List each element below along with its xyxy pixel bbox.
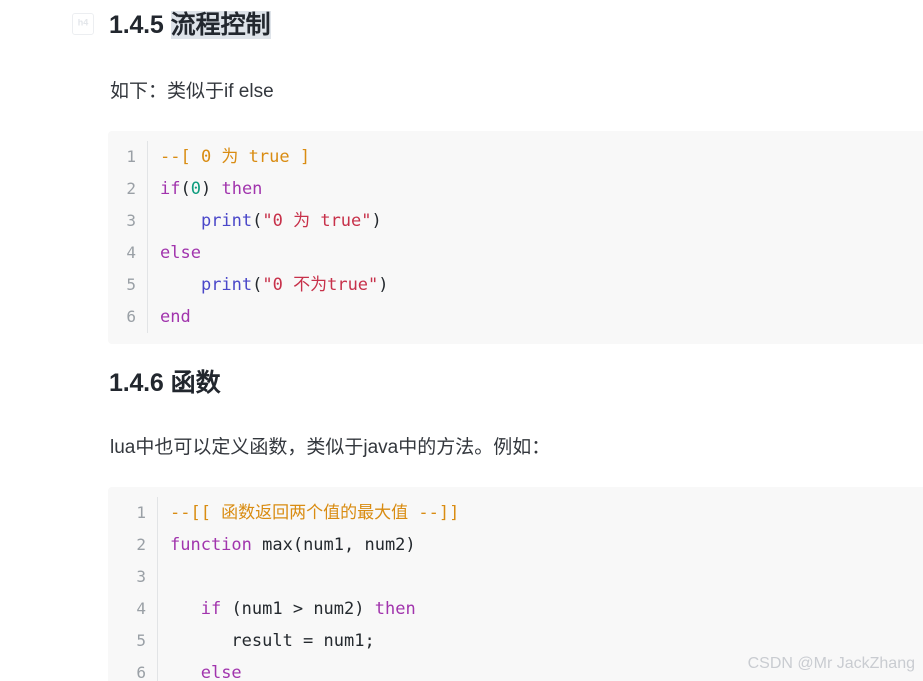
heading-text-1-4-5: 流程控制	[170, 11, 271, 39]
heading-row-2: 1.4.6 函数	[0, 368, 923, 404]
code-token: )	[200, 179, 222, 199]
code-token: end	[160, 307, 191, 327]
code-token: function	[170, 535, 252, 555]
line-number: 1	[136, 503, 146, 522]
code-block-lua-function-max[interactable]: 1 2 3 4 5 6 --[[ 函数返回两个值的最大值 --]] functio…	[108, 487, 923, 681]
code-line: --[[ 函数返回两个值的最大值 --]]	[170, 497, 923, 529]
document-page: h4 1.4.5 流程控制 如下：类似于if else 1 2 3 4 5 6 …	[0, 0, 923, 681]
line-number: 3	[126, 211, 136, 230]
code-block-lua-if-else[interactable]: 1 2 3 4 5 6 --[ 0 为 true ] if(0) then pri…	[108, 131, 923, 344]
code-token: )	[378, 275, 389, 295]
code-token: if	[200, 599, 222, 619]
line-number: 4	[136, 599, 146, 618]
line-number: 1	[126, 147, 136, 166]
line-number: 6	[136, 663, 146, 681]
code-token: else	[160, 243, 201, 263]
line-number: 5	[136, 631, 146, 650]
heading-level-marker-icon[interactable]: h4	[72, 13, 94, 35]
paragraph-1-4-5: 如下：类似于if else	[110, 81, 274, 102]
code-line: end	[160, 301, 923, 333]
line-number: 5	[126, 275, 136, 294]
heading-level-marker-label: h4	[77, 18, 89, 29]
watermark: CSDN @Mr JackZhang	[747, 655, 915, 672]
code-line: if (num1 > num2) then	[170, 593, 923, 625]
code-token: "0 不为true"	[262, 275, 379, 295]
code-token: then	[374, 599, 416, 619]
code-token: --[[ 函数返回两个值的最大值 --]]	[170, 503, 460, 523]
code-token: max(num1, num2)	[251, 535, 416, 555]
code-token: 为	[221, 147, 239, 167]
line-number: 6	[126, 307, 136, 326]
paragraph-1-4-6: lua中也可以定义函数，类似于java中的方法。例如：	[110, 437, 551, 458]
code-token: print	[200, 211, 253, 231]
code-line: print("0 不为true")	[160, 269, 923, 301]
code-token: result = num1;	[170, 631, 375, 651]
code-token: --[ 0	[160, 147, 222, 167]
code-gutter-1: 1 2 3 4 5 6	[108, 141, 148, 333]
code-content-1[interactable]: --[ 0 为 true ] if(0) then print("0 为 true…	[148, 141, 923, 333]
heading-text-1-4-6: 函数	[170, 369, 221, 397]
code-token: (num1 > num2)	[221, 599, 375, 619]
code-content-2[interactable]: --[[ 函数返回两个值的最大值 --]] function max(num1, …	[158, 497, 923, 681]
code-line: if(0) then	[160, 173, 923, 205]
line-number: 2	[126, 179, 136, 198]
code-line: else	[160, 237, 923, 269]
code-token: (	[252, 275, 263, 295]
code-line: print("0 为 true")	[160, 205, 923, 237]
page-title-1-4-5: 1.4.5 流程控制	[109, 10, 271, 41]
page-title-1-4-6: 1.4.6 函数	[109, 368, 221, 399]
code-token: if	[160, 179, 181, 199]
code-token: )	[371, 211, 382, 231]
code-line: result = num1;	[170, 625, 923, 657]
code-token: true ]	[238, 147, 311, 167]
heading-row-1: h4 1.4.5 流程控制	[0, 10, 923, 50]
code-token: (	[180, 179, 191, 199]
heading-number-1-4-5: 1.4.5	[109, 11, 164, 39]
heading-number-1-4-6: 1.4.6	[109, 369, 164, 397]
code-token: 0	[190, 179, 201, 199]
code-token: then	[221, 179, 263, 199]
code-token: print	[200, 275, 253, 295]
line-number: 4	[126, 243, 136, 262]
line-number: 2	[136, 535, 146, 554]
code-token: (	[252, 211, 263, 231]
code-token: else	[200, 663, 242, 681]
code-token: "0 为 true"	[262, 211, 372, 231]
code-line: function max(num1, num2)	[170, 529, 923, 561]
line-number: 3	[136, 567, 146, 586]
code-line: --[ 0 为 true ]	[160, 141, 923, 173]
code-gutter-2: 1 2 3 4 5 6	[108, 497, 158, 681]
